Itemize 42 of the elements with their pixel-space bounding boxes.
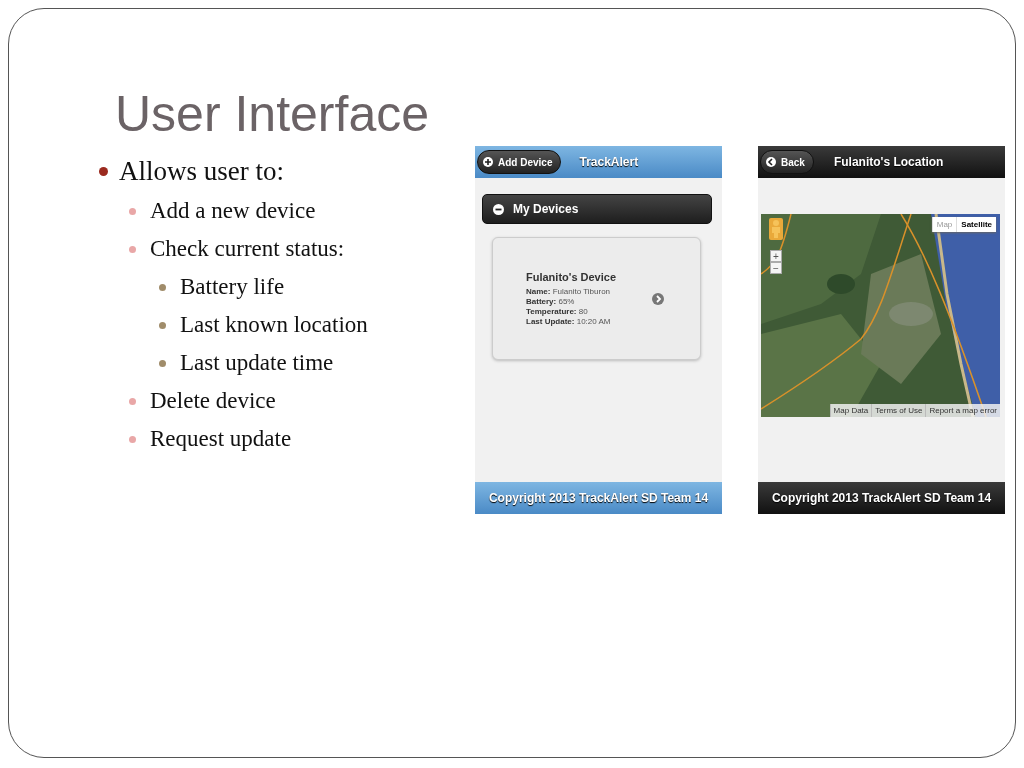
plus-icon	[483, 157, 493, 167]
map-link[interactable]: Map Data	[829, 404, 872, 417]
header-title: TrackAlert	[578, 155, 640, 169]
device-field: Battery: 65%	[526, 297, 652, 306]
footer-text: Copyright 2013 TrackAlert SD Team 14	[488, 491, 709, 505]
bullet-text: Check current status:	[150, 236, 345, 262]
bullet-icon	[159, 359, 166, 367]
device-field: Temperature: 80	[526, 307, 652, 316]
bullet-icon	[129, 245, 136, 253]
bullet-text: Last update time	[180, 350, 334, 376]
bullet-text: Last known location	[180, 312, 368, 338]
map-link[interactable]: Report a map error	[925, 404, 1000, 417]
add-button[interactable]: Add Device	[477, 150, 562, 174]
map-view[interactable]: + − Map Satellite Map Data Terms of Use Report a map error	[761, 214, 1000, 417]
bullet-text: Battery life	[180, 274, 285, 300]
footer-text: Copyright 2013 TrackAlert SD Team 14	[771, 491, 992, 505]
chevron-icon	[652, 292, 664, 305]
device-field: Last Update: 10:20 AM	[526, 317, 652, 326]
person-icon[interactable]	[769, 218, 783, 240]
map-link[interactable]: Terms of Use	[871, 404, 926, 417]
bullet-text: Allows user to:	[119, 156, 284, 187]
section-header[interactable]: My Devices	[482, 194, 712, 224]
device-field: Name: Fulanito Tiburon	[526, 287, 652, 296]
bullet-text: Request update	[150, 426, 292, 452]
minus-icon	[493, 203, 504, 215]
bullet-text: Delete device	[150, 388, 276, 414]
back-button[interactable]: Back	[760, 150, 814, 174]
bullet-icon	[159, 283, 166, 291]
bullet-text: Add a new device	[150, 198, 316, 224]
bullet-icon	[129, 435, 136, 443]
bullet-icon	[99, 167, 108, 176]
device-name: Fulanito's Device	[526, 271, 618, 283]
bullet-icon	[129, 397, 136, 405]
bullet-icon	[129, 207, 136, 215]
back-icon	[766, 157, 776, 167]
map-type-tab[interactable]: Satellite	[956, 217, 996, 232]
zoom-in-button[interactable]: +	[770, 250, 782, 262]
header-title: Fulanito's Location	[832, 155, 945, 169]
device-card[interactable]: Fulanito's Device Name: Fulanito Tiburon Battery: 65% Temperature: 80 Last Update: 10:20 AM	[492, 237, 701, 360]
zoom-out-button[interactable]: −	[770, 262, 782, 274]
slide-title: User Interface	[115, 87, 430, 142]
bullet-icon	[159, 321, 166, 329]
